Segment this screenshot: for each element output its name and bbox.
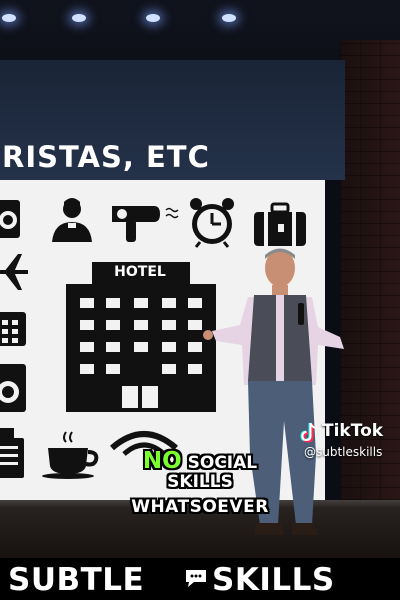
alarm-clock-icon (190, 198, 234, 248)
brand-banner: SUBTLE SKILLS (0, 558, 400, 600)
hotel-sign-label: HOTEL (114, 264, 166, 280)
video-frame: RISTAS, ETC HOTEL TikTok @subtleskills N… (0, 0, 400, 600)
hair-dryer-icon (112, 206, 179, 242)
banner-word-left: SUBTLE (8, 562, 145, 598)
caption-line-2: SKILLS (167, 472, 233, 492)
stage-light (222, 14, 236, 22)
stage-light (72, 14, 86, 22)
radio-icon (0, 200, 20, 238)
speech-bubble-icon (186, 570, 206, 587)
washing-machine-icon (0, 364, 26, 412)
tiktok-brand-label: TikTok (322, 421, 384, 441)
caption-line-1-rest: SOCIAL (181, 453, 258, 473)
suitcase-icon (254, 202, 306, 246)
hotel-building-icon (66, 262, 216, 412)
tiktok-logo-icon (300, 422, 318, 443)
stage-light (146, 14, 160, 22)
banner-word-right: SKILLS (212, 562, 335, 598)
caption-highlight-word: NO (142, 448, 182, 474)
slide-title: RISTAS, ETC (2, 140, 210, 174)
receptionist-icon (52, 198, 92, 242)
caption-line-1: NO SOCIAL (0, 448, 400, 474)
airplane-icon (0, 254, 28, 290)
calculator-icon (0, 312, 26, 346)
stage-light (2, 14, 16, 22)
caption-line-3: WHATSOEVER (131, 497, 269, 517)
